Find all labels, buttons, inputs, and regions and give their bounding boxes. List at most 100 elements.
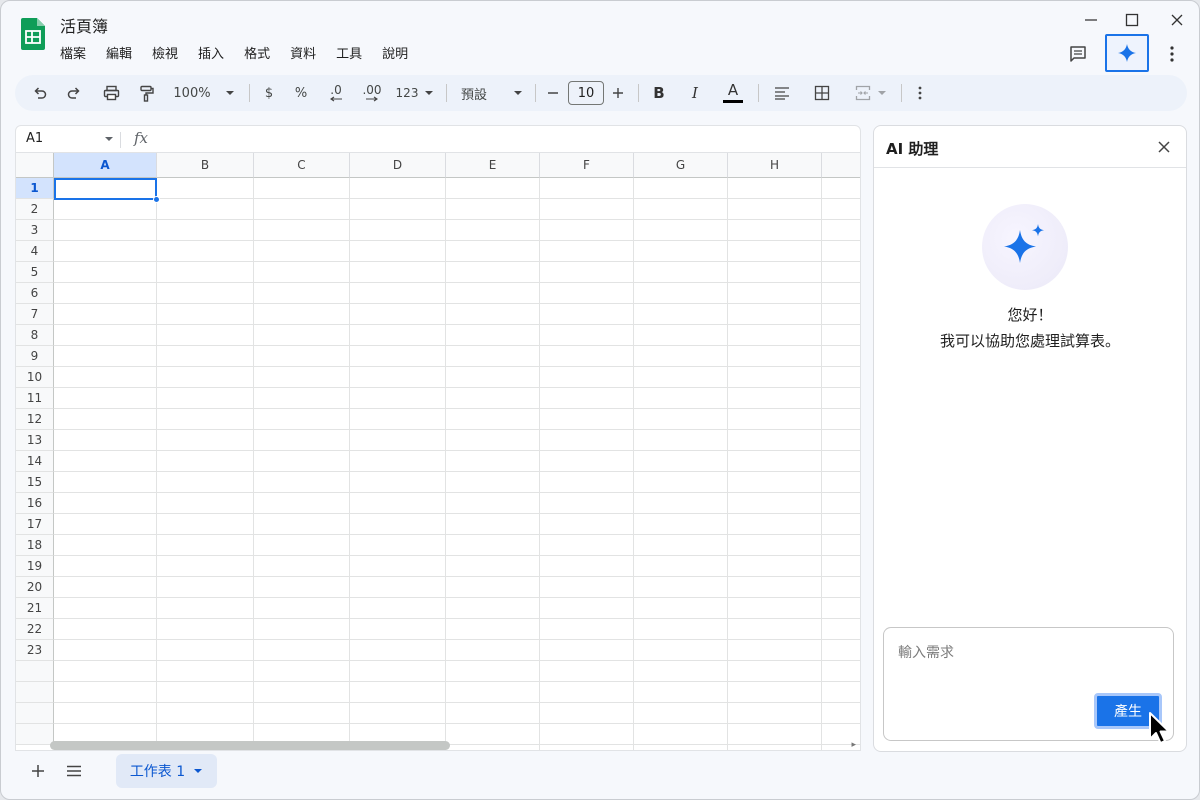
row-gridline — [54, 366, 860, 367]
decrease-font-size-button[interactable] — [545, 75, 561, 111]
currency-format-button[interactable]: $ — [259, 75, 279, 111]
increase-font-size-button[interactable] — [610, 75, 626, 111]
menu-edit[interactable]: 編輯 — [106, 43, 132, 62]
row-gridline — [54, 261, 860, 262]
toolbar-more-button[interactable] — [913, 75, 927, 111]
row-header-blank — [16, 703, 54, 724]
close-window-button[interactable] — [1166, 9, 1188, 31]
row-header-19[interactable]: 19 — [16, 556, 54, 577]
fx-icon: fx — [134, 129, 149, 147]
row-header-1[interactable]: 1 — [16, 178, 54, 199]
row-header-14[interactable]: 14 — [16, 451, 54, 472]
row-gridline — [54, 345, 860, 346]
undo-icon — [34, 87, 47, 99]
borders-button[interactable] — [812, 75, 832, 111]
maximize-button[interactable] — [1121, 9, 1143, 31]
chevron-down-icon — [194, 769, 203, 773]
name-box[interactable]: A1 — [26, 131, 43, 146]
zoom-select[interactable]: 100% — [170, 75, 238, 111]
column-header-c[interactable]: C — [254, 153, 350, 178]
bold-button[interactable]: B — [649, 75, 669, 111]
row-header-blank — [16, 724, 54, 745]
minimize-button[interactable] — [1080, 9, 1102, 31]
column-header-a[interactable]: A — [54, 153, 157, 178]
more-options-button[interactable] — [1163, 41, 1181, 67]
chevron-down-icon — [878, 91, 886, 95]
row-header-7[interactable]: 7 — [16, 304, 54, 325]
number-format-select[interactable]: 123 — [395, 75, 435, 111]
row-header-4[interactable]: 4 — [16, 241, 54, 262]
row-header-13[interactable]: 13 — [16, 430, 54, 451]
text-color-button[interactable]: A — [721, 75, 745, 111]
percent-format-button[interactable]: % — [291, 75, 311, 111]
row-header-10[interactable]: 10 — [16, 367, 54, 388]
italic-button[interactable]: I — [685, 75, 705, 111]
menu-file[interactable]: 檔案 — [60, 43, 86, 62]
row-header-18[interactable]: 18 — [16, 535, 54, 556]
add-sheet-button[interactable] — [27, 759, 49, 783]
toolbar: 100% $ % .0 .00 123 預設 10 B I A — [15, 75, 1187, 111]
formula-bar-divider — [120, 132, 121, 148]
redo-button[interactable] — [63, 75, 85, 111]
row-header-11[interactable]: 11 — [16, 388, 54, 409]
undo-button[interactable] — [29, 75, 51, 111]
row-header-6[interactable]: 6 — [16, 283, 54, 304]
row-header-20[interactable]: 20 — [16, 577, 54, 598]
formula-bar: A1 fx — [15, 125, 861, 153]
ai-assistant-toggle-button[interactable] — [1105, 34, 1149, 72]
fill-handle[interactable] — [153, 196, 160, 203]
ai-panel-close-button[interactable] — [1154, 137, 1174, 157]
sheet-tab-1[interactable]: 工作表 1 — [116, 754, 217, 788]
column-header-b[interactable]: B — [157, 153, 254, 178]
row-header-15[interactable]: 15 — [16, 472, 54, 493]
comments-button[interactable] — [1065, 41, 1091, 67]
document-title[interactable]: 活頁簿 — [60, 13, 108, 37]
paint-format-button[interactable] — [136, 75, 158, 111]
row-header-21[interactable]: 21 — [16, 598, 54, 619]
active-cell-a1[interactable] — [54, 178, 157, 200]
row-header-3[interactable]: 3 — [16, 220, 54, 241]
menu-tools[interactable]: 工具 — [336, 43, 362, 62]
arrow-right-icon — [366, 96, 378, 102]
decrease-decimal-button[interactable]: .0 — [323, 75, 349, 111]
ai-prompt-input[interactable] — [898, 642, 1158, 682]
column-header-h[interactable]: H — [728, 153, 822, 178]
menu-insert[interactable]: 插入 — [198, 43, 224, 62]
row-header-9[interactable]: 9 — [16, 346, 54, 367]
text-color-swatch — [723, 100, 743, 103]
align-left-icon — [775, 87, 789, 100]
row-header-5[interactable]: 5 — [16, 262, 54, 283]
select-all-corner[interactable] — [16, 153, 54, 178]
print-button[interactable] — [100, 75, 122, 111]
menu-format[interactable]: 格式 — [244, 43, 270, 62]
column-header-f[interactable]: F — [540, 153, 634, 178]
column-header-g[interactable]: G — [634, 153, 728, 178]
align-left-button[interactable] — [772, 75, 792, 111]
row-gridline — [54, 408, 860, 409]
row-header-8[interactable]: 8 — [16, 325, 54, 346]
scroll-right-icon[interactable]: ▸ — [851, 740, 856, 750]
menu-view[interactable]: 檢視 — [152, 43, 178, 62]
menu-help[interactable]: 說明 — [382, 43, 408, 62]
arrow-left-icon — [330, 96, 342, 102]
row-header-2[interactable]: 2 — [16, 199, 54, 220]
chevron-down-icon[interactable] — [104, 136, 114, 142]
column-header-d[interactable]: D — [350, 153, 446, 178]
row-header-17[interactable]: 17 — [16, 514, 54, 535]
font-size-input[interactable]: 10 — [568, 81, 604, 105]
spreadsheet-grid[interactable]: A B C D E F G H 1 2 3 4 5 6 7 8 9 10 11 12 13 14 15 16 17 18 19 20 2… — [15, 153, 861, 751]
all-sheets-button[interactable] — [63, 759, 85, 783]
row-header-16[interactable]: 16 — [16, 493, 54, 514]
font-family-select[interactable]: 預設 — [461, 75, 523, 111]
menu-data[interactable]: 資料 — [290, 43, 316, 62]
horizontal-scrollbar[interactable] — [50, 741, 450, 750]
row-header-23[interactable]: 23 — [16, 640, 54, 661]
increase-decimal-button[interactable]: .00 — [358, 75, 386, 111]
column-header-e[interactable]: E — [446, 153, 540, 178]
column-header-filler — [822, 153, 860, 178]
row-gridline — [54, 555, 860, 556]
row-header-12[interactable]: 12 — [16, 409, 54, 430]
merge-cells-button[interactable] — [851, 75, 891, 111]
number-format-label: 123 — [395, 86, 419, 100]
row-header-22[interactable]: 22 — [16, 619, 54, 640]
